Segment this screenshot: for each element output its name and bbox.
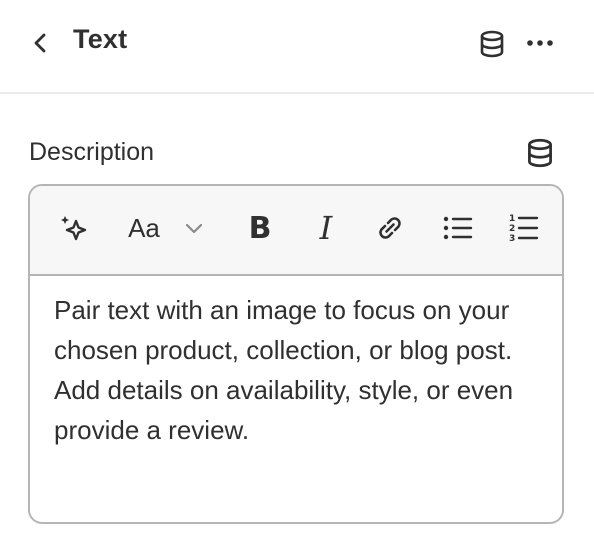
bulleted-list-button[interactable] [436,208,480,248]
database-icon [480,30,504,58]
connect-dynamic-source-button[interactable] [475,27,509,61]
numbered-list-button[interactable]: 1 2 3 [502,208,546,248]
database-icon [528,138,552,168]
more-actions-button[interactable] [523,27,557,61]
bulleted-list-icon [443,216,473,240]
text-format-dropdown[interactable]: Aa [122,208,212,248]
chevron-down-icon [185,223,203,234]
sparkle-ai-icon [61,216,87,241]
link-icon [379,217,401,239]
back-button[interactable] [26,28,56,58]
rich-text-editor: Aa B I 1 2 3 Pair text with an image to … [28,184,564,524]
italic-icon: I [319,209,333,247]
ai-generate-button[interactable] [54,208,94,248]
text-format-icon: Aa [128,212,160,243]
chevron-left-icon [34,33,46,53]
field-label: Description [29,138,155,166]
numbered-list-icon: 1 2 3 [509,214,539,244]
svg-text:2: 2 [509,224,515,234]
bold-icon: B [248,210,272,246]
editor-toolbar: Aa B I 1 2 3 [30,186,562,276]
panel-header: Text [0,0,594,94]
page-title: Text [73,24,128,54]
connect-dynamic-source-button[interactable] [522,135,558,171]
italic-button[interactable]: I [306,208,346,248]
more-horizontal-icon [527,40,553,46]
svg-text:1: 1 [509,214,515,224]
svg-text:3: 3 [509,234,515,244]
link-button[interactable] [370,208,410,248]
bold-button[interactable]: B [240,208,280,248]
editor-content[interactable]: Pair text with an image to focus on your… [30,276,562,450]
